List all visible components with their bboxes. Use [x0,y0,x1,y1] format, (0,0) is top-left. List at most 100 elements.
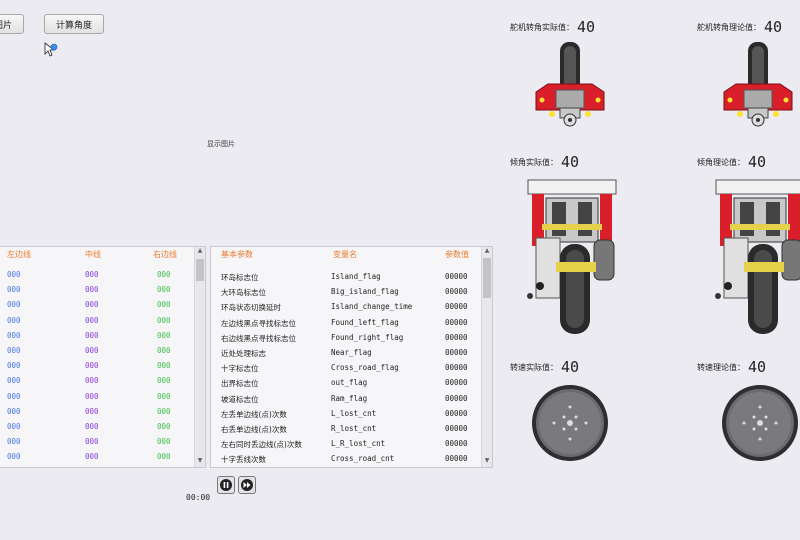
parameter-table-header: 基本参数 变量名 参数值 [211,247,492,261]
header-right-line: 右边线 [153,250,177,259]
header-basic-param: 基本参数 [221,250,253,259]
table-row[interactable]: 左边线黑点寻找标志位 Found_left_flag 00000 [211,315,492,330]
scroll-down-icon[interactable]: ▼ [195,457,205,467]
tilt-actual-label: 倾角实际值： 40 [510,153,579,171]
right-line-cell: 000 [157,270,171,279]
mouse-cursor-icon [44,42,58,57]
table-row[interactable]: 000 000 000 [0,313,205,328]
left-line-cell: 000 [7,437,21,447]
table-row[interactable]: 近处处理标志 Near_flag 00000 [211,345,492,360]
speed-target-wheel-image [722,385,798,461]
servo-actual-wheel-image [535,42,605,127]
scroll-up-icon[interactable]: ▲ [482,247,492,257]
table-row[interactable]: 十字标志位 Cross_road_flag 00000 [211,360,492,375]
table-row[interactable]: 000 000 000 [0,267,205,282]
table-row[interactable]: 000 000 000 [0,282,205,297]
table-row[interactable]: 000 000 000 [0,297,205,312]
param-value-cell: 00000 [445,317,468,327]
table-row[interactable]: 环岛标志位 Island_flag 00000 [211,269,492,284]
table-row[interactable]: 000 000 000 [0,434,205,449]
param-description-cell: 左边线黑点寻找标志位 [221,318,296,328]
table-row[interactable]: 左丢单边线(点)次数 L_lost_cnt 00000 [211,406,492,421]
param-variable-cell: Near_flag [331,347,372,357]
image-display-caption: 显示图片 [207,140,235,148]
right-line-cell: 000 [157,452,171,462]
boundary-table-body: 000 000 000 000 000 000 000 000 000 000 000 000 000 0… [0,267,205,467]
left-line-cell: 000 [7,376,21,386]
open-image-button[interactable]: 图片 [0,14,24,34]
center-line-cell: 000 [85,345,99,355]
left-line-cell: 000 [7,330,21,340]
table-row[interactable]: 000 000 000 [0,343,205,358]
tilt-actual-value: 40 [561,153,580,171]
param-description-cell: 近处处理标志 [221,348,266,358]
param-description-cell: 十字标志位 [221,364,259,374]
param-variable-cell: R_lost_cnt [331,423,377,433]
table-row[interactable]: 000 000 000 [0,358,205,373]
param-value-cell: 00000 [445,302,468,312]
param-value-cell: 00000 [445,378,468,388]
table-row[interactable]: 000 000 000 [0,449,205,464]
calculate-angle-button[interactable]: 计算角度 [44,14,104,34]
table-row[interactable]: 环岛状态切换延时 Island_change_time 00000 [211,299,492,314]
right-line-cell: 000 [157,376,171,386]
param-value-cell: 00000 [445,363,468,373]
table-row[interactable]: 右边线黑点寻找标志位 Found_right_flag 00000 [211,330,492,345]
right-line-cell: 000 [157,315,171,325]
table-row[interactable]: 出界标志位 out_flag 00000 [211,375,492,390]
fast-forward-button[interactable] [238,476,256,494]
param-variable-cell: L_lost_cnt [331,408,377,418]
table-row[interactable]: 十字丢线次数 Cross_road_cnt 00000 [211,451,492,466]
boundary-table[interactable]: 左边线 中线 右边线 000 000 000 000 000 000 000 000 000 00… [0,246,206,468]
center-line-cell: 000 [85,391,99,401]
center-line-cell: 000 [85,330,99,340]
pause-button[interactable] [217,476,235,494]
param-value-cell: 00000 [445,408,468,418]
param-description-cell: 环岛标志位 [221,273,259,282]
center-line-cell: 000 [85,361,99,371]
servo-actual-value: 40 [577,18,596,36]
param-variable-cell: Big_island_flag [331,287,399,297]
left-line-cell: 000 [7,406,21,416]
param-value-cell: 00000 [445,393,468,403]
param-value-cell: 00000 [445,272,468,281]
open-image-button-label: 图片 [0,20,12,31]
table-row[interactable]: 000 000 000 [0,389,205,404]
table-row[interactable]: 000 000 000 [0,328,205,343]
parameter-table-scrollbar[interactable]: ▲ ▼ [481,247,492,467]
parameter-table[interactable]: 基本参数 变量名 参数值 环岛标志位 Island_flag 00000 大环岛标志位… [210,246,493,468]
table-row[interactable]: 坡道标志位 Ram_flag 00000 [211,391,492,406]
servo-target-caption: 舵机转角理论值： [697,23,761,32]
table-row[interactable]: 右丢单边线(点)次数 R_lost_cnt 00000 [211,421,492,436]
right-line-cell: 000 [157,361,171,371]
center-line-cell: 000 [85,452,99,462]
table-row[interactable]: 000 000 000 [0,404,205,419]
center-line-cell: 000 [85,300,99,310]
table-row[interactable]: 000 000 000 [0,464,205,467]
right-line-cell: 000 [157,285,171,295]
center-line-cell: 000 [85,285,99,295]
left-line-cell: 000 [7,300,21,310]
speed-target-caption: 转速理论值： [697,363,745,372]
scroll-down-icon[interactable]: ▼ [482,457,492,467]
scroll-up-icon[interactable]: ▲ [195,247,205,257]
speed-actual-value: 40 [561,358,580,376]
table-row[interactable]: 000 000 000 [0,419,205,434]
scroll-thumb[interactable] [483,258,491,298]
table-row[interactable]: 大环岛标志位 Big_island_flag 00000 [211,284,492,299]
speed-target-value: 40 [748,358,767,376]
table-row[interactable]: 左右同时丢边线(点)次数 L_R_lost_cnt 00000 [211,436,492,451]
scroll-thumb[interactable] [196,259,204,281]
tilt-actual-assembly-image [527,179,617,334]
param-value-cell: 00000 [445,287,468,297]
servo-target-label: 舵机转角理论值： 40 [697,18,782,36]
center-line-cell: 000 [85,421,99,431]
right-line-cell: 000 [157,437,171,447]
boundary-table-scrollbar[interactable]: ▲ ▼ [194,247,205,467]
tilt-target-value: 40 [748,153,767,171]
param-description-cell: 右边线黑点寻找标志位 [221,333,296,343]
table-row[interactable]: 000 000 000 [0,373,205,388]
fast-forward-icon [241,479,253,491]
param-value-cell: 00000 [445,454,468,464]
tilt-target-assembly-image [715,179,800,334]
